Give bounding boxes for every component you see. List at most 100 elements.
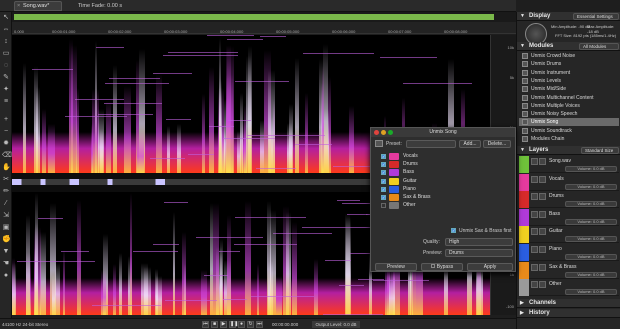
- quality-select[interactable]: High: [445, 238, 513, 246]
- modules-filter-select[interactable]: All Modules: [579, 43, 619, 50]
- eraser-icon[interactable]: ⌫: [2, 152, 12, 160]
- minimize-window-icon[interactable]: [381, 130, 386, 135]
- add-preset-button[interactable]: Add...: [459, 140, 481, 148]
- module-item[interactable]: Unmix Drums: [519, 60, 619, 68]
- layer-row[interactable]: Guitar Volume: 0.0 dB: [519, 226, 619, 244]
- layer-row[interactable]: Drums Volume: 0.0 dB: [519, 191, 619, 209]
- lock-icon[interactable]: ▣: [2, 224, 10, 232]
- overview-selection[interactable]: [14, 14, 494, 20]
- layer-volume[interactable]: Volume: 0.0 dB: [565, 254, 617, 260]
- source-checkbox[interactable]: ✓: [381, 186, 386, 192]
- brush-icon[interactable]: ✎: [2, 74, 10, 82]
- solo-icon[interactable]: [539, 281, 546, 289]
- layer-volume[interactable]: Volume: 0.0 dB: [565, 289, 617, 296]
- pencil-icon[interactable]: ✏: [2, 188, 10, 196]
- rect-select-icon[interactable]: ▭: [2, 50, 10, 58]
- source-checkbox[interactable]: ✓: [381, 170, 386, 176]
- solo-icon[interactable]: [539, 158, 546, 165]
- unmix-first-checkbox[interactable]: ✓: [451, 228, 456, 233]
- module-item[interactable]: Unmix Soundtrack: [519, 127, 619, 135]
- solo-icon[interactable]: [539, 193, 546, 201]
- hand-icon[interactable]: ✋: [2, 164, 11, 172]
- source-checkbox[interactable]: ✓: [381, 162, 386, 168]
- harmonic-icon[interactable]: ≡: [2, 98, 10, 106]
- source-checkbox[interactable]: ✓: [381, 154, 386, 159]
- close-window-icon[interactable]: [374, 130, 379, 135]
- loop-button[interactable]: ↻: [247, 321, 254, 328]
- solo-icon[interactable]: [539, 246, 546, 253]
- rewind-button[interactable]: ⏮: [202, 321, 209, 328]
- layer-volume[interactable]: Volume: 0.0 dB: [565, 166, 617, 172]
- source-row[interactable]: Other: [381, 201, 441, 210]
- solo-icon[interactable]: [539, 263, 546, 271]
- zoom-window-icon[interactable]: [388, 130, 393, 135]
- history-header[interactable]: ▶ History: [517, 309, 620, 318]
- mute-icon[interactable]: [531, 193, 538, 201]
- pointer-tool-icon[interactable]: ↖: [2, 14, 10, 22]
- freq-select-icon[interactable]: ↕: [2, 38, 10, 46]
- layer-volume[interactable]: Volume: 0.0 dB: [565, 271, 617, 278]
- layer-row[interactable]: Vocals Volume: 0.0 dB: [519, 173, 619, 191]
- gear-icon[interactable]: ✹: [2, 140, 10, 148]
- module-item[interactable]: Unmix Song: [519, 118, 619, 127]
- preview-button[interactable]: Preview: [375, 263, 417, 271]
- forward-button[interactable]: ⏭: [256, 321, 263, 328]
- preset-select[interactable]: [406, 140, 456, 148]
- dialog-title[interactable]: Unmix Song: [371, 128, 515, 137]
- layer-row[interactable]: Piano Volume: 0.0 dB: [519, 244, 619, 261]
- layer-volume[interactable]: Volume: 0.0 dB: [565, 218, 617, 225]
- module-item[interactable]: Unmix Noisy Speech: [519, 110, 619, 118]
- close-tab-icon[interactable]: ×: [17, 2, 20, 11]
- source-checkbox[interactable]: ✓: [381, 195, 386, 200]
- module-item[interactable]: Unmix Crowd Noise: [519, 52, 619, 60]
- stop-button[interactable]: ■: [211, 321, 218, 328]
- hand-pan-icon[interactable]: ☚: [2, 260, 10, 268]
- mute-icon[interactable]: [531, 228, 538, 236]
- solo-icon[interactable]: [539, 175, 546, 183]
- lasso-icon[interactable]: ◌: [2, 62, 10, 70]
- delete-preset-button[interactable]: Delete...: [483, 140, 511, 148]
- zoom-out-icon[interactable]: −: [2, 128, 10, 136]
- scissors-icon[interactable]: ✂: [2, 176, 10, 184]
- fit-icon[interactable]: ⇲: [2, 212, 10, 220]
- source-checkbox[interactable]: ✓: [381, 178, 386, 184]
- time-ruler[interactable]: 0.000 00:00:01.000 00:00:02.000 00:00:03…: [12, 22, 516, 34]
- channels-header[interactable]: ▶ Channels: [517, 299, 620, 308]
- layer-volume[interactable]: Volume: 0.0 dB: [565, 201, 617, 208]
- marker-icon[interactable]: ▼: [2, 248, 10, 256]
- layers-size-select[interactable]: Standard Size: [581, 147, 619, 154]
- module-item[interactable]: Unmix Multiple Voices: [519, 102, 619, 110]
- play-button[interactable]: ▶: [220, 321, 227, 328]
- solo-icon[interactable]: [539, 228, 546, 236]
- module-item[interactable]: Unmix Multichannel Content: [519, 94, 619, 102]
- draw-icon[interactable]: ⁄: [2, 200, 10, 208]
- source-checkbox[interactable]: [381, 203, 386, 209]
- record-button[interactable]: ●: [238, 321, 245, 328]
- mute-icon[interactable]: [531, 175, 538, 183]
- file-tab[interactable]: × Song.wav*: [14, 1, 62, 11]
- pause-button[interactable]: ❚❚: [229, 321, 238, 328]
- layer-volume[interactable]: Volume: 0.0 dB: [565, 183, 617, 190]
- module-item[interactable]: Modules Chain: [519, 135, 619, 143]
- mute-icon[interactable]: [531, 210, 538, 218]
- layer-row[interactable]: Bass Volume: 0.0 dB: [519, 208, 619, 226]
- solo-icon[interactable]: [539, 210, 546, 218]
- mute-icon[interactable]: [531, 158, 538, 165]
- display-preset-select[interactable]: Essential Settings: [573, 13, 619, 20]
- pin-icon[interactable]: ●: [2, 272, 10, 280]
- module-item[interactable]: Unmix Levels: [519, 77, 619, 85]
- layer-volume[interactable]: Volume: 0.0 dB: [565, 236, 617, 243]
- apply-button[interactable]: Apply: [467, 263, 513, 271]
- module-item[interactable]: Unmix Instrument: [519, 69, 619, 77]
- mute-icon[interactable]: [531, 263, 538, 271]
- wand-icon[interactable]: ✦: [2, 86, 10, 94]
- bypass-checkbox[interactable]: [430, 264, 435, 268]
- grab-icon[interactable]: ✊: [2, 236, 11, 244]
- mute-icon[interactable]: [531, 281, 538, 289]
- mute-icon[interactable]: [531, 246, 538, 253]
- zoom-in-icon[interactable]: +: [2, 116, 10, 124]
- layer-row[interactable]: Sax & Brass Volume: 0.0 dB: [519, 261, 619, 279]
- layer-row[interactable]: Other Volume: 0.0 dB: [519, 279, 619, 297]
- time-select-icon[interactable]: ⇔: [2, 26, 10, 34]
- preview-source-select[interactable]: Drums: [445, 249, 513, 257]
